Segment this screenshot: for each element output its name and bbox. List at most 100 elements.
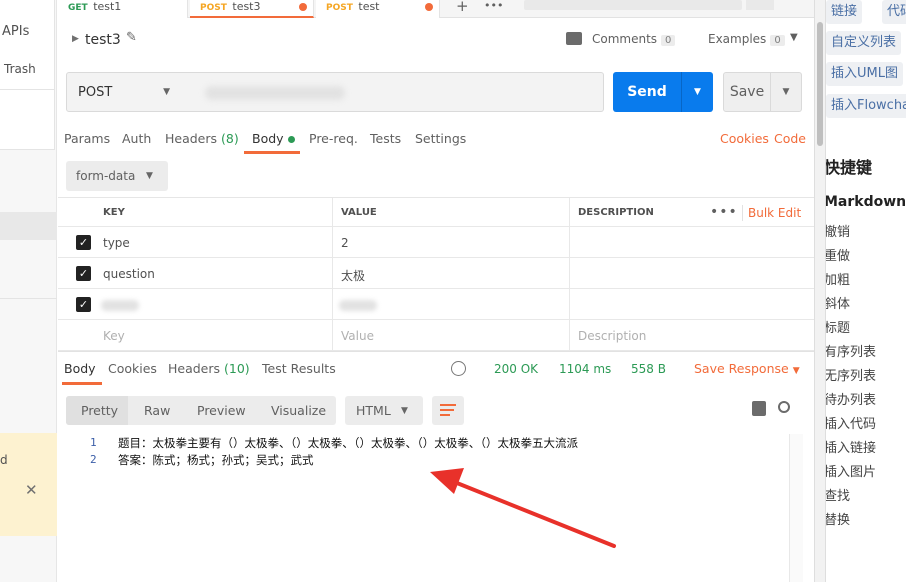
code-link[interactable]: Code [774,131,806,146]
copy-icon[interactable] [752,401,766,416]
tab-test3[interactable]: POST test3 [190,0,314,18]
view-raw-button[interactable]: Raw [144,403,170,418]
response-tabs: Body Cookies Headers (10) Test Results 2… [58,351,824,385]
wrap-line [440,404,456,406]
eye-icon[interactable] [746,0,774,10]
shortcut-item: 待办列表 [826,393,877,408]
tab-prereq[interactable]: Pre-req. [309,131,358,146]
tab-params[interactable]: Params [64,131,110,146]
cookies-link[interactable]: Cookies [720,131,769,146]
save-response-button[interactable]: Save Response ▼ [694,361,800,376]
key-cell[interactable] [95,289,333,319]
chevron-down-icon: ▼ [792,366,800,376]
tab-response-headers[interactable]: Headers (10) [168,361,250,376]
pencil-icon[interactable]: ✎ [126,30,137,45]
tag-definition-list[interactable]: 自定义列表 [826,31,902,55]
caret-right-icon[interactable]: ▶ [72,34,79,44]
key-cell[interactable]: type [95,227,333,257]
value-text: 2 [341,236,349,250]
request-name[interactable]: test3 [85,32,121,48]
key-text: question [103,267,155,281]
sidebar-item-trash[interactable]: Trash [4,62,36,76]
tag-flowchart[interactable]: 插入Flowchart [826,94,906,118]
tab-label: test3 [232,0,261,13]
method-select[interactable]: POST ▼ [66,72,182,112]
panel-scrollbar[interactable] [814,0,826,582]
tab-test-results[interactable]: Test Results [262,361,336,376]
value-cell[interactable] [333,289,570,319]
tab-headers[interactable]: Headers (8) [165,131,239,146]
description-cell[interactable] [570,289,815,319]
column-description-label: DESCRIPTION [578,207,654,218]
view-visualize-button[interactable]: Visualize [271,403,326,418]
sidebar-selected-item[interactable] [0,212,57,240]
more-icon[interactable]: ••• [710,204,738,220]
search-icon[interactable] [778,401,790,413]
tag-code[interactable]: 代码 [882,0,906,24]
tab-tests[interactable]: Tests [370,131,401,146]
examples-button[interactable]: Examples 0 [708,32,785,46]
shortcut-item: 插入链接 [826,441,877,456]
tab-test[interactable]: POST test [316,0,440,18]
tab-body-label: Body [252,131,284,146]
examples-count: 0 [770,35,785,46]
response-time[interactable]: 1104 ms [559,362,611,376]
comments-button[interactable]: Comments 0 [592,32,676,46]
description-placeholder: Description [578,329,647,343]
close-icon[interactable]: ✕ [25,481,38,499]
comment-icon[interactable] [566,32,582,45]
key-input[interactable]: Key [95,320,333,350]
value-cell[interactable]: 太极 [333,258,570,288]
body-mode-select[interactable]: form-data ▼ [66,161,168,191]
url-input[interactable] [181,72,604,112]
tab-headers-label: Headers [165,131,218,146]
shortcut-item: 查找 [826,489,851,504]
request-header: ▶ test3 ✎ Comments 0 Examples 0 ▼ [58,18,824,64]
tab-test1[interactable]: GET test1 [58,0,188,18]
chevron-down-icon[interactable]: ▼ [790,32,798,43]
value-text: 太极 [341,269,366,283]
chevron-down-icon: ▼ [163,87,170,97]
shortcut-item: 插入图片 [826,465,877,480]
wrap-lines-icon[interactable] [432,396,464,425]
format-select[interactable]: HTML ▼ [345,396,423,425]
chevron-down-icon: ▼ [401,406,408,416]
send-button[interactable]: Send [613,72,681,112]
description-input[interactable]: Description [570,320,815,350]
save-options-chevron-icon[interactable]: ▼ [771,72,802,112]
tab-body[interactable]: Body [252,131,295,146]
tab-auth[interactable]: Auth [122,131,151,146]
tab-settings[interactable]: Settings [415,131,466,146]
description-cell[interactable] [570,227,815,257]
tab-response-body[interactable]: Body [64,361,96,376]
view-pretty-button[interactable]: Pretty [81,403,118,418]
scrollbar-thumb[interactable] [817,22,823,146]
tab-response-cookies[interactable]: Cookies [108,361,157,376]
tag-uml[interactable]: 插入UML图 [826,62,903,86]
description-cell[interactable] [570,258,815,288]
environment-select[interactable] [524,0,742,10]
shortcut-item: 重做 [826,249,851,264]
save-button[interactable]: Save [723,72,771,112]
sidebar-item-apis[interactable]: APIs [2,24,29,39]
checkbox[interactable]: ✓ [76,266,91,281]
response-scrollbar[interactable] [789,434,803,582]
value-input[interactable]: Value [333,320,570,350]
divider [742,205,743,221]
request-tab-bar: GET test1 POST test3 POST test + ••• [58,0,824,18]
status-code[interactable]: 200 OK [494,362,538,376]
checkbox[interactable]: ✓ [76,297,91,312]
more-tabs-icon[interactable]: ••• [484,0,503,18]
tag-link[interactable]: 链接 [826,0,863,24]
key-text: type [103,236,130,250]
send-options-chevron-icon[interactable]: ▼ [681,72,713,112]
add-tab-icon[interactable]: + [456,0,469,18]
checkbox[interactable]: ✓ [76,235,91,250]
bulk-edit-link[interactable]: Bulk Edit [748,206,801,220]
value-cell[interactable]: 2 [333,227,570,257]
globe-icon[interactable] [451,361,466,376]
key-cell[interactable]: question [95,258,333,288]
response-size[interactable]: 558 B [631,362,666,376]
view-preview-button[interactable]: Preview [197,403,246,418]
active-tab-underline [62,382,102,385]
